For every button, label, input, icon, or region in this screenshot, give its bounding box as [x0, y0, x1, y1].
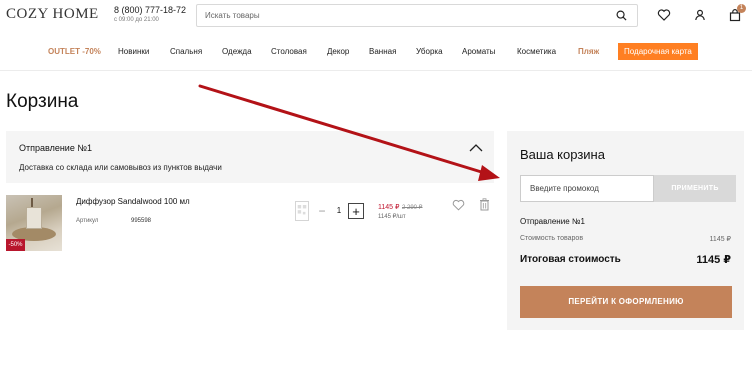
heart-icon[interactable] [452, 199, 465, 211]
summary-title: Ваша корзина [520, 147, 605, 162]
qr-code-icon [295, 201, 309, 221]
nav-new[interactable]: Новинки [118, 47, 149, 56]
sku-label: Артикул [76, 218, 99, 224]
nav-dining[interactable]: Столовая [271, 47, 307, 56]
nav-cosmetics[interactable]: Косметика [517, 47, 556, 56]
goods-cost-label: Стоимость товаров [520, 235, 584, 242]
cart-summary: Ваша корзина ПРИМЕНИТЬ Отправление №1 Ст… [507, 131, 744, 330]
cart-count-badge: 1 [737, 4, 746, 13]
price-old: 2 290 ₽ [402, 205, 423, 211]
goods-cost-value: 1145 ₽ [709, 236, 731, 243]
shipment-header[interactable]: Отправление №1 Доставка со склада или са… [6, 131, 494, 183]
phone-number[interactable]: 8 (800) 777-18-72 [114, 5, 186, 15]
user-icon[interactable] [693, 8, 707, 22]
working-hours: с 09:00 до 21:00 [114, 17, 159, 23]
chevron-up-icon[interactable] [469, 143, 483, 153]
product-image-bottle [26, 207, 42, 229]
summary-shipment-label: Отправление №1 [520, 217, 585, 226]
quantity-value[interactable]: 1 [333, 206, 345, 215]
trash-icon[interactable] [479, 198, 490, 211]
sku-value: 995598 [131, 218, 152, 224]
nav-decor[interactable]: Декор [327, 47, 349, 56]
nav-bedroom[interactable]: Спальня [170, 47, 202, 56]
shipment-subtitle: Доставка со склада или самовывоз из пунк… [19, 163, 222, 172]
header-divider [0, 70, 752, 71]
nav-bathroom[interactable]: Ванная [369, 47, 396, 56]
main-nav: OUTLET -70% Новинки Спальня Одежда Столо… [0, 41, 752, 61]
site-header: COZY HOME 8 (800) 777-18-72 с 09:00 до 2… [0, 0, 752, 33]
shipment-title: Отправление №1 [19, 143, 93, 153]
promo-code-field [520, 175, 654, 202]
nav-outlet[interactable]: OUTLET -70% [48, 47, 101, 56]
search-bar [196, 4, 638, 27]
price-per-unit: 1145 ₽/шт [378, 214, 406, 220]
nav-beach[interactable]: Пляж [578, 47, 599, 56]
total-cost-label: Итоговая стоимость [520, 254, 621, 265]
apply-promo-button[interactable]: ПРИМЕНИТЬ [654, 175, 736, 202]
discount-badge: -50% [6, 239, 25, 251]
promo-code-input[interactable] [521, 176, 651, 201]
search-input[interactable] [197, 5, 597, 26]
gift-card-button[interactable]: Подарочная карта [618, 43, 698, 60]
logo[interactable]: COZY HOME [6, 6, 99, 23]
nav-clothing[interactable]: Одежда [222, 47, 252, 56]
checkout-button[interactable]: ПЕРЕЙТИ К ОФОРМЛЕНИЮ [520, 286, 732, 318]
nav-cleaning[interactable]: Уборка [416, 47, 443, 56]
cart-page: COZY HOME 8 (800) 777-18-72 с 09:00 до 2… [0, 0, 752, 376]
price-current: 1145 ₽ [378, 204, 400, 211]
product-name[interactable]: Диффузор Sandalwood 100 мл [76, 197, 190, 206]
nav-aromas[interactable]: Ароматы [462, 47, 495, 56]
quantity-decrease-button[interactable]: − [314, 203, 330, 219]
total-cost-value: 1145 ₽ [696, 254, 731, 266]
heart-icon[interactable] [657, 8, 671, 22]
search-icon[interactable] [616, 10, 627, 21]
quantity-increase-button[interactable]: + [348, 203, 364, 219]
page-title: Корзина [6, 91, 79, 112]
